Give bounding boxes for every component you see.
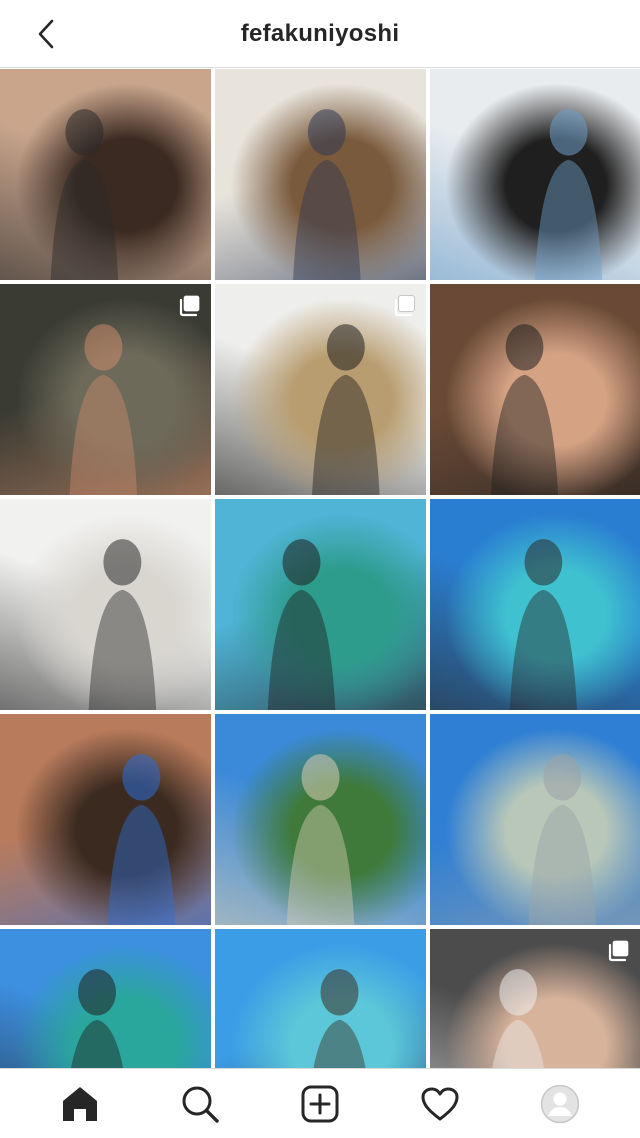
post-thumbnail[interactable] xyxy=(215,499,426,710)
post-image xyxy=(293,109,361,280)
post-thumbnail[interactable] xyxy=(215,714,426,925)
post-thumbnail[interactable] xyxy=(430,499,640,710)
nav-home-button[interactable] xyxy=(52,1076,108,1132)
post-image xyxy=(528,754,596,925)
profile-username: fefakuniyoshi xyxy=(240,19,400,47)
bottom-navigation xyxy=(0,1068,640,1138)
post-image xyxy=(88,539,157,710)
post-thumbnail[interactable] xyxy=(430,714,640,925)
carousel-icon xyxy=(179,295,200,317)
post-image xyxy=(490,324,559,495)
post-thumbnail[interactable] xyxy=(0,284,211,495)
carousel-icon xyxy=(608,940,629,962)
post-thumbnail[interactable] xyxy=(430,284,640,495)
post-thumbnail[interactable] xyxy=(215,929,426,1068)
chevron-left-icon xyxy=(38,19,54,49)
add-post-icon xyxy=(301,1085,339,1122)
post-thumbnail[interactable] xyxy=(0,499,211,710)
nav-new-post-button[interactable] xyxy=(292,1076,348,1132)
nav-profile-button[interactable] xyxy=(532,1076,588,1132)
post-thumbnail[interactable] xyxy=(215,69,426,280)
post-thumbnail[interactable] xyxy=(430,929,640,1068)
post-thumbnail[interactable] xyxy=(0,929,211,1068)
post-image xyxy=(286,754,355,925)
post-image xyxy=(313,969,366,1068)
heart-icon xyxy=(421,1087,459,1120)
post-image xyxy=(509,539,577,710)
post-thumbnail[interactable] xyxy=(0,714,211,925)
carousel-icon xyxy=(394,295,415,317)
post-image xyxy=(107,754,176,925)
nav-search-button[interactable] xyxy=(172,1076,228,1132)
nav-activity-button[interactable] xyxy=(412,1076,468,1132)
back-button[interactable] xyxy=(26,14,66,54)
profile-avatar-icon xyxy=(540,1084,580,1123)
post-thumbnail[interactable] xyxy=(215,284,426,495)
top-bar: fefakuniyoshi xyxy=(0,0,640,68)
search-icon xyxy=(182,1086,219,1123)
post-grid xyxy=(0,69,640,1068)
post-image xyxy=(71,969,124,1068)
post-image xyxy=(535,109,603,280)
post-image xyxy=(267,539,336,710)
post-thumbnail[interactable] xyxy=(430,69,640,280)
home-icon xyxy=(63,1086,97,1121)
post-thumbnail[interactable] xyxy=(0,69,211,280)
post-image xyxy=(50,109,119,280)
